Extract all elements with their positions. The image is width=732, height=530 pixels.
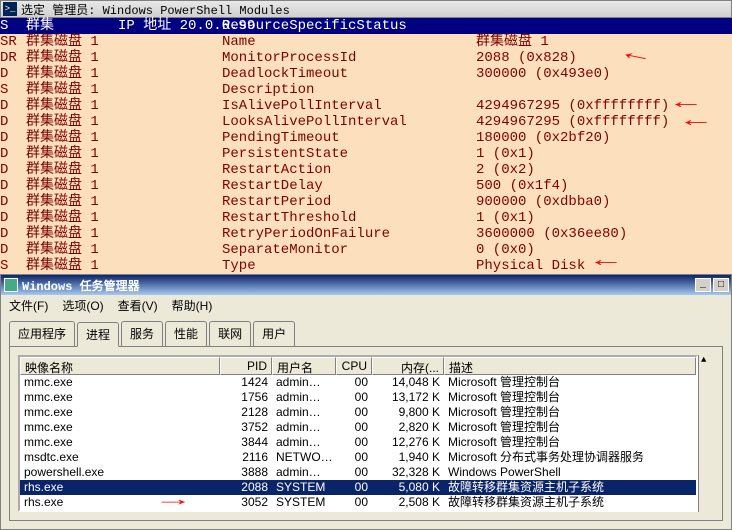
ps-row: D群集磁盘 1PendingTimeout180000 (0x2bf20) [0,130,732,146]
task-manager-titlebar[interactable]: Windows 任务管理器 _ □ [1,275,731,295]
ps-row: D群集磁盘 1RestartAction2 (0x2) [0,162,732,178]
column-header[interactable]: 映像名称 [20,357,220,375]
ps-row: D群集磁盘 1SeparateMonitor0 (0x0) [0,242,732,258]
process-table: 映像名称PID用户名CPU内存(...描述 mmc.exe1424admin…0… [18,355,698,512]
table-row[interactable]: rhs.exe2088SYSTEM005,080 K故障转移群集资源主机子系统 [20,480,696,495]
ps-row: D群集磁盘 1RestartDelay500 (0x1f4) [0,178,732,194]
ps-row: D群集磁盘 1RestartThreshold1 (0x1) [0,210,732,226]
ps-row: D群集磁盘 1RestartPeriod900000 (0xdbba0) [0,194,732,210]
menu-item[interactable]: 帮助(H) [172,297,213,314]
ps-row: S群集磁盘 1TypePhysical Disk [0,258,732,274]
table-row[interactable]: mmc.exe1424admin…0014,048 KMicrosoft 管理控… [20,375,696,390]
ps-col-status: ResourceSpecificStatus [222,18,732,34]
process-table-body: mmc.exe1424admin…0014,048 KMicrosoft 管理控… [20,375,696,510]
tab-5[interactable]: 用户 [253,321,295,346]
ps-row: D群集磁盘 1DeadlockTimeout300000 (0x493e0) [0,66,732,82]
task-manager-panel: 映像名称PID用户名CPU内存(...描述 mmc.exe1424admin…0… [9,346,723,521]
column-header[interactable]: 描述 [444,357,696,375]
ps-row: D群集磁盘 1IsAlivePollInterval4294967295 (0x… [0,98,732,114]
maximize-button[interactable]: □ [713,278,729,292]
tab-2[interactable]: 服务 [121,321,163,346]
tab-1[interactable]: 进程 [77,322,119,347]
table-row[interactable]: mmc.exe2128admin…009,800 KMicrosoft 管理控制… [20,405,696,420]
column-header[interactable]: PID [220,357,272,375]
tab-0[interactable]: 应用程序 [9,321,75,346]
ps-col-cluster: 群集 [26,18,118,34]
table-row[interactable]: mmc.exe1756admin…0013,172 KMicrosoft 管理控… [20,390,696,405]
menu-item[interactable]: 文件(F) [9,297,48,314]
powershell-title: 选定 管理员: Windows PowerShell Modules [21,1,290,18]
process-table-header: 映像名称PID用户名CPU内存(...描述 [20,357,696,375]
task-manager-icon [4,278,18,292]
powershell-icon: >_ [3,2,17,16]
ps-header-row: S 群集 IP 地址 IP 地址 20.0.0.99 ResourceSpeci… [0,18,732,34]
powershell-titlebar: >_ 选定 管理员: Windows PowerShell Modules [0,0,732,18]
ps-row: DR群集磁盘 1MonitorProcessId2088 (0x828) [0,50,732,66]
tab-4[interactable]: 联网 [209,321,251,346]
task-manager-window: Windows 任务管理器 _ □ 文件(F) 选项(O) 查看(V) 帮助(H) 应… [0,274,732,530]
menu-item[interactable]: 查看(V) [118,297,158,314]
table-row[interactable]: mmc.exe3844admin…0012,276 KMicrosoft 管理控… [20,435,696,450]
powershell-console: S 群集 IP 地址 IP 地址 20.0.0.99 ResourceSpeci… [0,18,732,274]
scrollbar[interactable] [698,355,714,512]
task-manager-menu: 文件(F) 选项(O) 查看(V) 帮助(H) [1,295,731,315]
ps-row: SR群集磁盘 1Name群集磁盘 1 [0,34,732,50]
ps-col-s: S [0,18,26,34]
table-row[interactable]: mmc.exe3752admin…002,820 KMicrosoft 管理控制… [20,420,696,435]
table-row[interactable]: powershell.exe3888admin…0032,328 KWindow… [20,465,696,480]
ps-row: D群集磁盘 1RetryPeriodOnFailure3600000 (0x36… [0,226,732,242]
column-header[interactable]: 用户名 [272,357,336,375]
ps-row: D群集磁盘 1PersistentState1 (0x1) [0,146,732,162]
tab-3[interactable]: 性能 [165,321,207,346]
menu-item[interactable]: 选项(O) [62,297,103,314]
table-row[interactable]: rhs.exe3052SYSTEM002,508 K故障转移群集资源主机子系统 [20,495,696,510]
ps-row: D群集磁盘 1LooksAlivePollInterval4294967295 … [0,114,732,130]
table-row[interactable]: msdtc.exe2116NETWO…001,940 KMicrosoft 分布… [20,450,696,465]
minimize-button[interactable]: _ [695,278,711,292]
task-manager-tabs: 应用程序进程服务性能联网用户 [1,315,731,346]
task-manager-title: Windows 任务管理器 [22,277,140,294]
column-header[interactable]: 内存(... [372,357,444,375]
ps-row: S群集磁盘 1Description [0,82,732,98]
column-header[interactable]: CPU [336,357,372,375]
